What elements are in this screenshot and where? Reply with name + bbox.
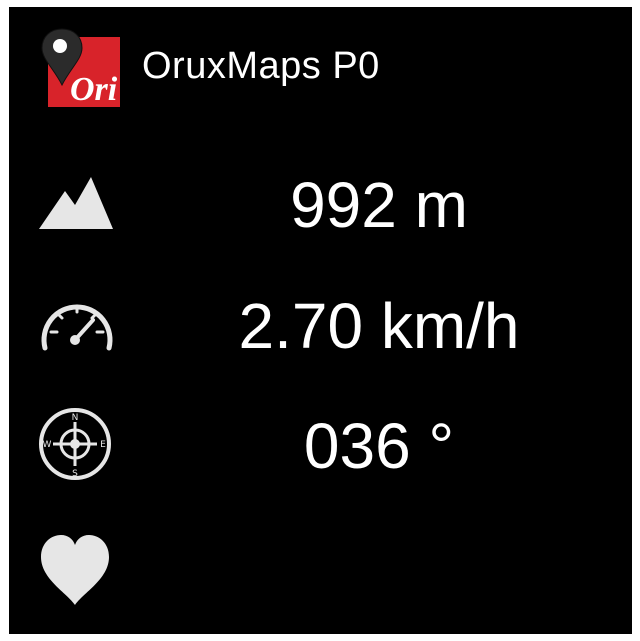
speedometer-icon [37, 288, 117, 368]
compass-north-letter: N [72, 413, 79, 423]
compass-icon: N S E W [37, 406, 117, 486]
app-header: Ori OruxMaps P0 [9, 7, 632, 117]
watch-screen: Ori OruxMaps P0 992 m 2.70 km/h N S E W … [9, 7, 632, 634]
altitude-value: 992 m [290, 169, 468, 241]
mountain-icon [37, 167, 117, 247]
speed-value: 2.70 km/h [238, 290, 520, 362]
compass-west-letter: W [43, 440, 52, 450]
altitude-row: 992 m [9, 157, 632, 257]
compass-east-letter: E [100, 440, 106, 450]
speed-row: 2.70 km/h [9, 282, 632, 382]
app-logo[interactable]: Ori [40, 27, 120, 108]
heading-value: 036 ° [303, 410, 455, 482]
app-title: OruxMaps P0 [142, 45, 380, 87]
compass-south-letter: S [72, 469, 78, 479]
heading-row: N S E W 036 ° [9, 402, 632, 502]
heart-rate-row [9, 527, 632, 627]
heart-icon [37, 529, 117, 609]
app-logo-text: Ori [70, 71, 118, 107]
